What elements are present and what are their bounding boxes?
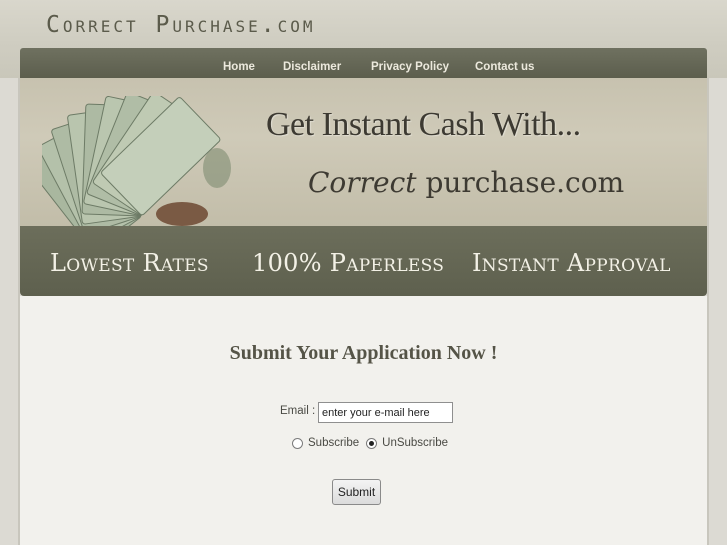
money-fan-icon [42,96,231,226]
email-label: Email : [280,405,316,417]
form-heading: Submit Your Application Now ! [229,342,498,364]
feature-instant-approval: Instant Approval [472,249,671,277]
hero-subtitle-italic: Correct [308,166,426,199]
site-logo[interactable]: Correct Purchase.com [46,12,316,38]
nav-item-contact-us[interactable]: Contact us [475,48,534,78]
feature-lowest-rates: Lowest Rates [50,249,209,277]
nav-bar: Home Disclaimer Privacy Policy Contact u… [20,48,707,78]
features-bar: Lowest Rates 100% Paperless Instant Appr… [20,226,707,296]
nav-item-disclaimer[interactable]: Disclaimer [283,48,341,78]
page-edge-right [707,78,709,545]
nav-item-privacy-policy[interactable]: Privacy Policy [371,48,449,78]
unsubscribe-radio[interactable] [366,437,378,449]
submit-button[interactable]: Submit [332,479,381,505]
hero-subtitle: Correct purchase.com [308,166,624,199]
hero-title: Get Instant Cash With... [266,106,581,143]
unsubscribe-label: UnSubscribe [382,437,448,449]
application-form: Submit Your Application Now ! Email : Su… [20,296,707,545]
subscription-options: Subscribe UnSubscribe [292,437,455,449]
nav-item-home[interactable]: Home [223,48,255,78]
email-field[interactable] [318,402,453,423]
subscribe-label: Subscribe [308,437,360,449]
feature-paperless: 100% Paperless [252,249,445,277]
subscribe-radio[interactable] [292,437,303,449]
hero-banner: Get Instant Cash With... Correct purchas… [20,78,707,226]
hero-subtitle-domain: purchase.com [425,166,625,199]
